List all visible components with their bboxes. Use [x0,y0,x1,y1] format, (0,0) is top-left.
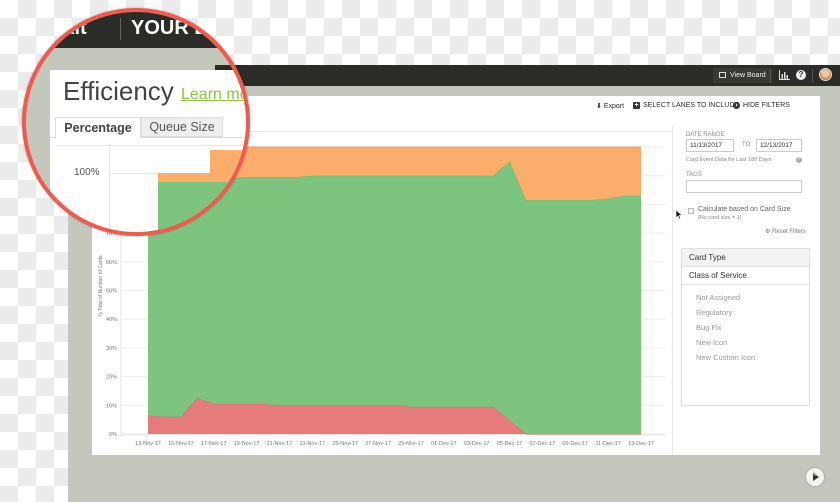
mouse-cursor-icon [675,209,683,220]
y-tick-label: 50% [106,289,117,295]
date-range-note: Card Event Data for Last 180 Days [686,157,772,163]
list-item[interactable]: Bug Fix [682,320,809,335]
x-tick-label: 07-Dec-17 [530,441,556,447]
x-tick-label: 29-Nov-17 [398,441,424,447]
chart-icon[interactable] [779,70,790,80]
list-item[interactable]: Not Assigned [682,290,809,305]
y-tick-label: 0% [109,432,117,438]
divider [120,18,121,40]
learn-more-link[interactable]: Learn mo [181,86,246,104]
x-tick-label: 17-Nov-17 [201,441,227,447]
tab-queue-size[interactable]: Queue Size [141,117,223,137]
y-axis-line [109,146,110,232]
date-range-label: DATE RANGE [686,132,725,138]
date-to-input[interactable]: 12/13/2017 [756,139,802,152]
x-tick-label: 03-Dec-17 [464,441,490,447]
tags-label: TAGS [686,172,702,178]
y-tick-label: 60% [106,260,117,266]
y-tick-label: 40% [106,317,117,323]
x-tick-label: 11-Dec-17 [595,441,620,447]
x-tick-label: 13-Nov-17 [135,441,161,447]
card-size-checkbox[interactable] [688,208,694,214]
gear-icon: ⚙ [765,229,773,235]
x-tick-label: 13-Dec-17 [628,441,654,447]
view-board-button[interactable]: View Board [713,68,772,83]
x-tick-label: 15-Nov-17 [168,441,194,447]
x-tick-label: 05-Dec-17 [497,441,523,447]
magnifier-inset: ankit YOUR B Efficiency Learn mo Percent… [22,8,250,236]
y-axis-label: % Total of Number of Cards [98,255,104,317]
play-button[interactable] [806,468,824,486]
tab-percentage[interactable]: Percentage [55,117,141,138]
play-icon [812,472,819,481]
page-title: Efficiency [63,76,174,106]
board-name: YOUR B [131,17,209,39]
x-tick-label: 19-Nov-17 [234,441,260,447]
card-type-header[interactable]: Card Type [682,249,809,267]
card-type-panel: Card Type Class of Service Not Assigned … [681,248,810,406]
filters-sidebar: DATE RANGE 11/13/2017 TO 12/13/2017 Card… [672,125,820,455]
x-tick-label: 09-Dec-17 [562,441,588,447]
divider [812,69,813,83]
y-tick-label: 100% [74,167,100,178]
view-board-label: View Board [730,72,766,79]
info-icon[interactable]: ? [796,157,802,163]
x-tick-label: 27-Nov-17 [365,441,391,447]
list-item[interactable]: New Icon [682,335,809,350]
magnified-green-area [158,182,246,232]
magnifier-content: ankit YOUR B Efficiency Learn mo Percent… [26,12,246,232]
tags-input[interactable] [686,180,802,193]
divider [56,145,246,146]
date-from-input[interactable]: 11/13/2017 [686,139,734,152]
reset-filters-button[interactable]: ⚙ Reset Filters [765,228,806,235]
y-tick-label: 20% [106,375,117,381]
to-label: TO [742,142,751,148]
x-tick-label: 23-Nov-17 [299,441,325,447]
hide-filters-label: HIDE FILTERS [743,102,790,109]
x-tick-label: 01-Dec-17 [431,441,457,447]
x-tick-label: 25-Nov-17 [332,441,358,447]
help-icon[interactable]: ? [796,70,806,80]
list-item[interactable]: New Custom Icon [682,350,809,365]
hide-filters-button[interactable]: › HIDE FILTERS [733,102,790,109]
y-tick-label: 30% [106,346,117,352]
chevron-circle-icon: › [733,102,740,109]
divider [770,69,771,83]
x-tick-label: 21-Nov-17 [267,441,293,447]
avatar[interactable] [819,68,832,81]
magnified-orange-area [210,150,246,175]
class-of-service-header[interactable]: Class of Service [682,267,809,285]
board-icon [719,72,726,78]
card-size-note: (No card size = 1) [698,215,742,221]
reset-filters-label: Reset Filters [772,229,806,235]
list-item[interactable]: Regulatory [682,305,809,320]
y-tick-label: 10% [106,403,117,409]
brand-logo: ankit [40,17,87,39]
card-size-label: Calculate based on Card Size [698,206,791,213]
